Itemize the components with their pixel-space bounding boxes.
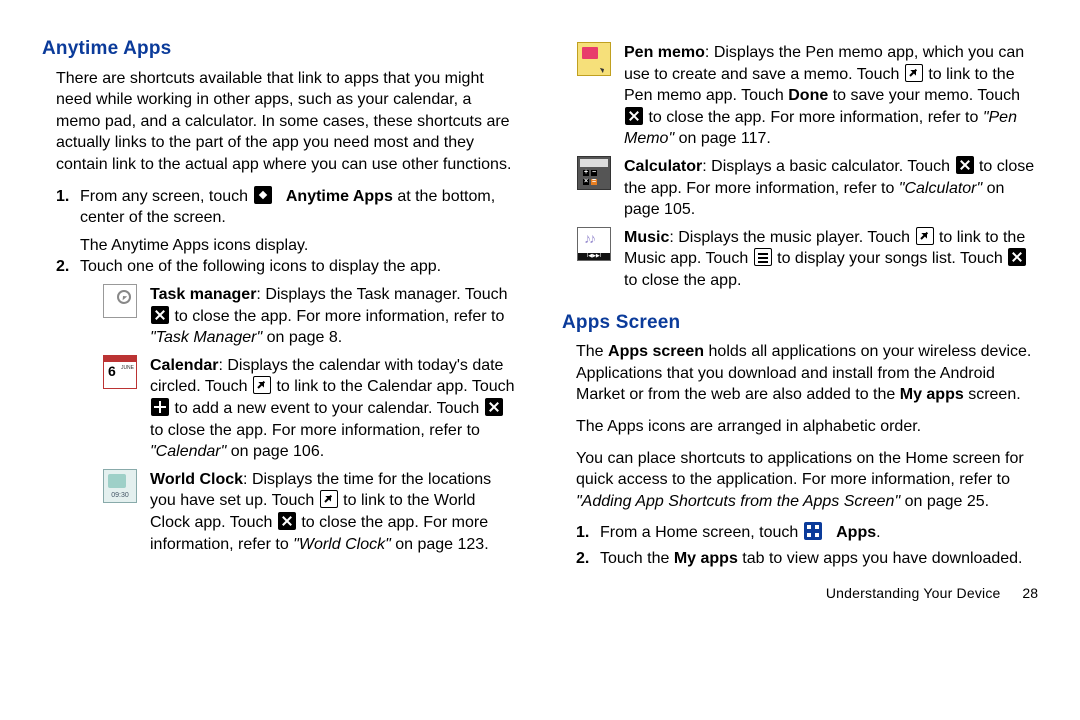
left-column: Anytime Apps There are shortcuts availab… [42, 36, 518, 700]
apps-grid-icon [804, 522, 822, 540]
step-number: 1. [576, 522, 600, 544]
step-body: Touch the My apps tab to view apps you h… [600, 548, 1038, 570]
footer-page-number: 28 [1022, 585, 1038, 601]
app-row-task-manager: Task manager: Displays the Task manager.… [102, 284, 518, 349]
step-number: 2. [56, 256, 80, 278]
link-icon [916, 227, 934, 245]
section-title-apps-screen: Apps Screen [562, 310, 1038, 336]
anytime-apps-icon [254, 186, 272, 204]
app-row-world-clock: 09:30 World Clock: Displays the time for… [102, 469, 518, 555]
music-icon: I◀▶▶I [577, 227, 611, 261]
task-manager-text: Task manager: Displays the Task manager.… [150, 284, 518, 349]
apps-order: The Apps icons are arranged in alphabeti… [576, 416, 1038, 438]
apps-shortcuts: You can place shortcuts to applications … [576, 448, 1038, 513]
step-body: From a Home screen, touch Apps. [600, 522, 1038, 544]
link-icon [320, 490, 338, 508]
plus-icon [151, 398, 169, 416]
close-icon [956, 156, 974, 174]
footer-section-label: Understanding Your Device [826, 585, 1001, 601]
right-column: Pen memo: Displays the Pen memo app, whi… [562, 36, 1038, 700]
task-manager-icon [103, 284, 137, 318]
step-1-sub: The Anytime Apps icons display. [80, 235, 518, 257]
app-row-pen-memo: Pen memo: Displays the Pen memo app, whi… [576, 42, 1038, 150]
app-row-music: I◀▶▶I Music: Displays the music player. … [576, 227, 1038, 292]
pen-memo-icon [577, 42, 611, 76]
link-icon [905, 64, 923, 82]
section-title-anytime-apps: Anytime Apps [42, 36, 518, 62]
step-number: 2. [576, 548, 600, 570]
step-body: From any screen, touch Anytime Apps at t… [80, 186, 518, 229]
pen-memo-text: Pen memo: Displays the Pen memo app, whi… [624, 42, 1038, 150]
close-icon [151, 306, 169, 324]
apps-step-1: 1. From a Home screen, touch Apps. [576, 522, 1038, 544]
calculator-icon: +− ×= [577, 156, 611, 190]
apps-step-2: 2. Touch the My apps tab to view apps yo… [576, 548, 1038, 570]
app-row-calculator: +− ×= Calculator: Displays a basic calcu… [576, 156, 1038, 221]
calendar-icon: 6 JUNE [103, 355, 137, 389]
close-icon [278, 512, 296, 530]
step-number: 1. [56, 186, 80, 208]
step-1: 1. From any screen, touch Anytime Apps a… [56, 186, 518, 229]
list-icon [754, 248, 772, 266]
close-icon [485, 398, 503, 416]
apps-intro: The Apps screen holds all applications o… [576, 341, 1038, 406]
manual-page: Anytime Apps There are shortcuts availab… [0, 0, 1080, 720]
world-clock-icon: 09:30 [103, 469, 137, 503]
music-text: Music: Displays the music player. Touch … [624, 227, 1038, 292]
page-footer: Understanding Your Device 28 [562, 584, 1038, 603]
app-row-calendar: 6 JUNE Calendar: Displays the calendar w… [102, 355, 518, 463]
step-body: Touch one of the following icons to disp… [80, 256, 518, 278]
close-icon [1008, 248, 1026, 266]
calendar-text: Calendar: Displays the calendar with tod… [150, 355, 518, 463]
calculator-text: Calculator: Displays a basic calculator.… [624, 156, 1038, 221]
world-clock-text: World Clock: Displays the time for the l… [150, 469, 518, 555]
link-icon [253, 376, 271, 394]
close-icon [625, 107, 643, 125]
intro-paragraph: There are shortcuts available that link … [56, 68, 518, 176]
step-2: 2. Touch one of the following icons to d… [56, 256, 518, 278]
